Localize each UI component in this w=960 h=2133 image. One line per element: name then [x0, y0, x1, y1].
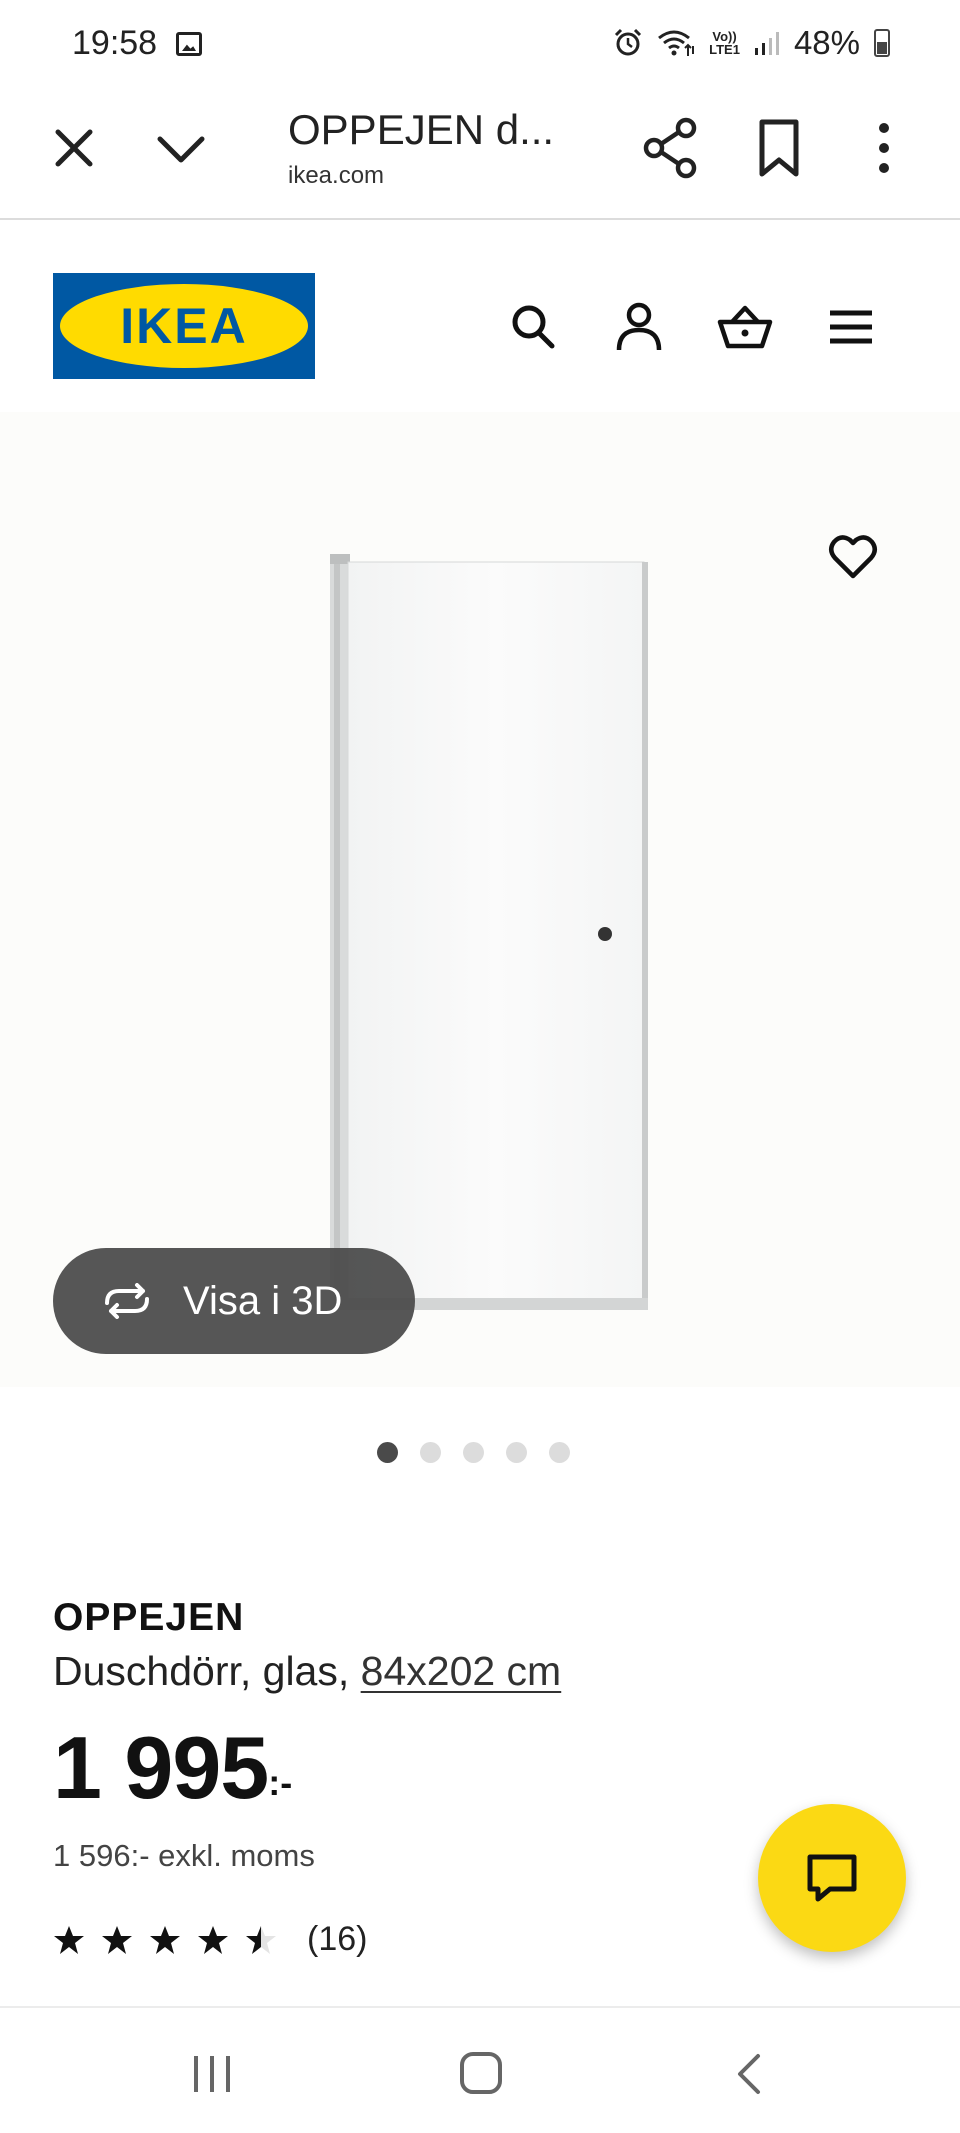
- star-full-icon: [54, 1925, 84, 1954]
- system-nav-bar: [0, 2006, 960, 2133]
- status-icons: Vo)) LTE1 48%: [613, 24, 890, 62]
- rating[interactable]: (16): [53, 1920, 367, 1959]
- browser-url[interactable]: ikea.com: [288, 162, 384, 190]
- product-image-shower-door[interactable]: [320, 542, 670, 1322]
- chevron-down-icon[interactable]: [154, 126, 208, 172]
- site-header: IKEA: [0, 222, 960, 412]
- gallery-dot-2[interactable]: [419, 1442, 441, 1463]
- volte-icon: Vo)) LTE1: [709, 30, 740, 56]
- battery-percent: 48%: [793, 24, 860, 61]
- alarm-icon: [615, 28, 642, 56]
- back-icon[interactable]: [732, 2052, 766, 2096]
- status-time: 19:58: [72, 24, 158, 62]
- price-suffix: :-: [268, 1762, 293, 1803]
- product-info: OPPEJEN Duschdörr, glas, 84x202 cm: [53, 1596, 913, 1695]
- menu-icon[interactable]: [826, 300, 876, 354]
- gallery-dot-5[interactable]: [548, 1442, 570, 1463]
- battery-icon: [874, 29, 890, 57]
- profile-icon[interactable]: [612, 300, 666, 354]
- chat-icon: [807, 1854, 857, 1902]
- product-gallery: Visa i 3D: [0, 412, 960, 1472]
- lte-label: LTE1: [709, 42, 740, 57]
- bookmark-icon[interactable]: [754, 116, 804, 180]
- review-count[interactable]: (16): [307, 1920, 367, 1959]
- close-icon[interactable]: [50, 124, 98, 172]
- ikea-logo[interactable]: IKEA: [53, 273, 315, 379]
- gallery-pagination: [0, 1442, 960, 1463]
- heart-icon[interactable]: [826, 530, 880, 584]
- basket-icon[interactable]: [716, 300, 774, 354]
- more-vert-icon[interactable]: [864, 116, 904, 180]
- view-in-3d-button[interactable]: Visa i 3D: [53, 1248, 415, 1354]
- product-description-row: Duschdörr, glas, 84x202 cm: [53, 1648, 913, 1695]
- gallery-viewport[interactable]: Visa i 3D: [0, 412, 960, 1387]
- search-icon[interactable]: [508, 300, 558, 354]
- status-bar: 19:58 Vo)) LTE1 48%: [0, 0, 960, 88]
- gallery-dot-1[interactable]: [376, 1442, 398, 1463]
- ikea-logo-text: IKEA: [120, 298, 247, 354]
- star-half-icon: [246, 1925, 276, 1954]
- home-icon[interactable]: [458, 2050, 504, 2096]
- signal-icon: [754, 32, 779, 55]
- product-name: OPPEJEN: [53, 1596, 245, 1639]
- view-in-3d-label: Visa i 3D: [183, 1278, 343, 1323]
- recent-apps-icon[interactable]: [190, 2052, 234, 2096]
- star-full-icon: [198, 1925, 228, 1954]
- chat-button[interactable]: [758, 1804, 906, 1952]
- image-icon: [176, 32, 202, 56]
- share-icon[interactable]: [640, 116, 700, 180]
- browser-page-title[interactable]: OPPEJEN d...: [288, 106, 554, 154]
- price-amount: 1 995: [53, 1718, 269, 1817]
- product-size-link[interactable]: 84x202 cm: [361, 1648, 562, 1694]
- gallery-dot-4[interactable]: [505, 1442, 527, 1463]
- rating-stars: [53, 1924, 277, 1956]
- price-excl-vat: 1 596:- exkl. moms: [53, 1838, 315, 1873]
- star-full-icon: [102, 1925, 132, 1954]
- gallery-dot-3[interactable]: [462, 1442, 484, 1463]
- browser-toolbar: OPPEJEN d... ikea.com: [0, 88, 960, 220]
- wifi-icon: [658, 30, 695, 56]
- price: 1 995 :-: [53, 1724, 292, 1812]
- product-description: Duschdörr, glas,: [53, 1648, 350, 1694]
- star-full-icon: [150, 1925, 180, 1954]
- rotate-3d-icon: [105, 1283, 149, 1319]
